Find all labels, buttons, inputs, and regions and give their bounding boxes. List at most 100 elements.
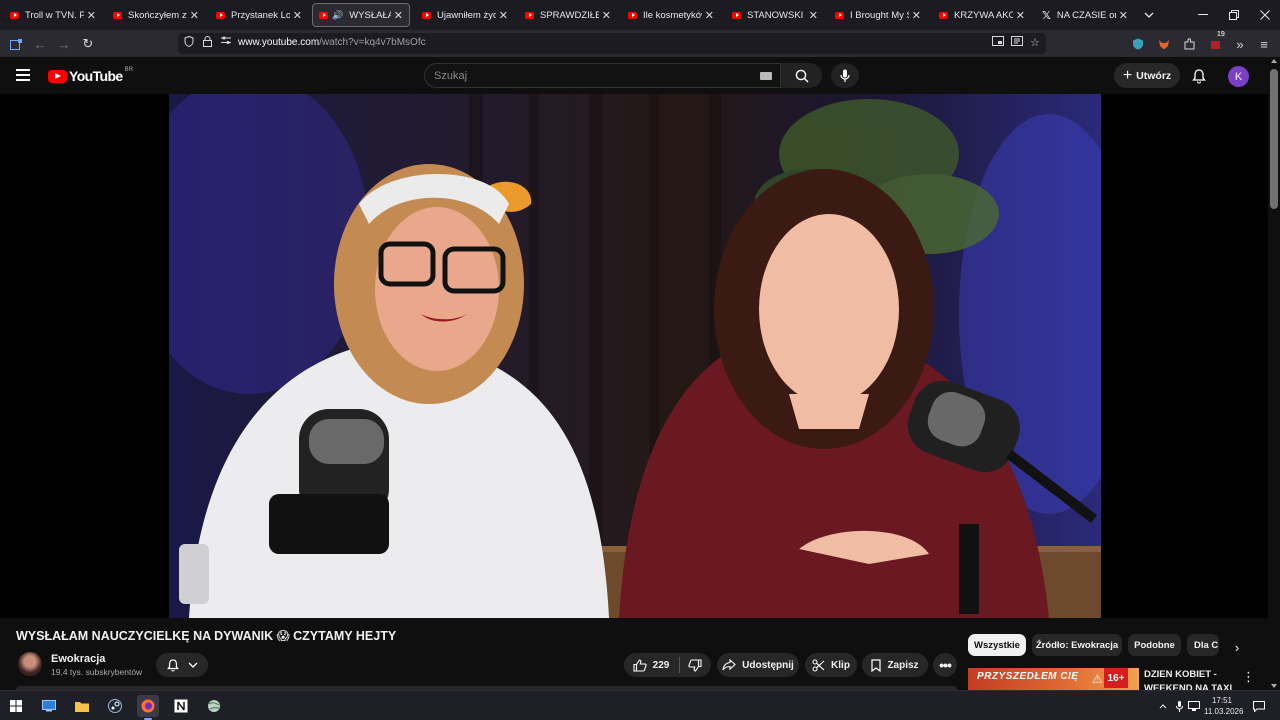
extension-with-badge-icon[interactable]: 19 <box>1206 31 1226 54</box>
suggestion-more-vertical-icon[interactable]: ⋮ <box>1242 669 1255 685</box>
file-explorer-icon[interactable] <box>71 695 93 717</box>
save-button[interactable]: Zapisz <box>862 653 928 677</box>
address-bar[interactable]: www.youtube.com/watch?v=kq4v7bMsOfc ☆ <box>178 33 1046 54</box>
close-tab-icon[interactable]: ✕ <box>394 9 403 22</box>
app-globe-icon[interactable] <box>203 695 225 717</box>
notifications-bell-icon[interactable] <box>1188 65 1210 87</box>
close-window-icon[interactable] <box>1250 0 1280 30</box>
browser-tab[interactable]: Skończyłem związ ✕ <box>107 3 205 27</box>
firefox-icon[interactable] <box>137 695 159 720</box>
close-tab-icon[interactable]: ✕ <box>190 9 199 22</box>
browser-tab[interactable]: Ile kosmetyków w ✕ <box>622 3 720 27</box>
voice-search-button[interactable] <box>831 63 859 88</box>
browser-tab-strip: Troll w TVN. Poczw ✕ Skończyłem związ ✕ … <box>0 0 1280 30</box>
page-permissions-icon[interactable] <box>221 36 231 48</box>
close-tab-icon[interactable]: ✕ <box>499 9 508 22</box>
close-tab-icon[interactable]: ✕ <box>705 9 714 22</box>
video-player[interactable] <box>0 94 1268 618</box>
close-tab-icon[interactable]: ✕ <box>809 9 818 22</box>
scroll-up-arrow-icon[interactable] <box>1271 59 1277 63</box>
task-view-icon[interactable] <box>38 695 60 717</box>
close-tab-icon[interactable]: ✕ <box>1016 9 1025 22</box>
tray-network-icon[interactable] <box>1183 695 1205 717</box>
reload-icon[interactable]: ↻ <box>78 34 98 54</box>
share-label: Udostępnij <box>742 659 794 671</box>
chip-all[interactable]: Wszystkie <box>968 634 1026 656</box>
x-favicon-icon: 𝕏 <box>1042 9 1051 22</box>
fox-extension-icon[interactable] <box>1154 34 1174 54</box>
close-tab-icon[interactable]: ✕ <box>602 9 611 22</box>
list-all-tabs-chevron-icon[interactable] <box>1134 0 1164 30</box>
youtube-logo[interactable]: YouTube BR <box>48 67 133 84</box>
browser-tab[interactable]: Przystanek Lomba ✕ <box>210 3 308 27</box>
back-arrow-icon[interactable]: ← <box>30 34 50 54</box>
sidebar-toggle-icon[interactable] <box>6 34 26 54</box>
like-button[interactable]: 229 <box>633 658 669 672</box>
more-tools-chevron-icon[interactable]: » <box>1230 34 1250 54</box>
page-scrollbar[interactable] <box>1268 57 1280 690</box>
browser-tab[interactable]: SPRAWDZIŁEM CZ ✕ <box>519 3 617 27</box>
speaker-icon[interactable]: 🔊 <box>332 10 343 21</box>
picture-in-picture-icon[interactable] <box>992 36 1004 49</box>
share-button[interactable]: Udostępnij <box>717 653 799 677</box>
plus-icon: + <box>1122 66 1133 84</box>
browser-tab[interactable]: KRZYWA AKCJA # ✕ <box>933 3 1031 27</box>
video-frame[interactable] <box>169 94 1101 618</box>
tab-title: I Brought My Secr <box>850 9 909 21</box>
browser-tab[interactable]: Ujawniłem żydows ✕ <box>416 3 514 27</box>
browser-tab[interactable]: 𝕏 NA CZASIE on X: ' ✕ <box>1036 3 1134 27</box>
warning-triangle-icon: ⚠ <box>1092 672 1103 686</box>
suggested-video-thumbnail[interactable]: PRZYSZEDŁEM CIĘ ⚠ 16+ <box>968 668 1139 690</box>
search-input[interactable]: Szukaj <box>424 63 781 88</box>
bookmark-star-icon[interactable]: ☆ <box>1030 36 1040 49</box>
guide-menu-icon[interactable] <box>16 69 30 81</box>
taskbar-clock[interactable]: 17:51 11.03.2026 <box>1204 695 1243 717</box>
browser-tab[interactable]: Troll w TVN. Poczw ✕ <box>4 3 102 27</box>
chip-related[interactable]: Podobne <box>1128 634 1181 656</box>
url-text[interactable]: www.youtube.com/watch?v=kq4v7bMsOfc <box>238 37 426 48</box>
notification-preferences-button[interactable] <box>156 653 208 677</box>
forward-arrow-icon[interactable]: → <box>54 34 74 54</box>
app-menu-hamburger-icon[interactable]: ≡ <box>1254 34 1274 54</box>
reader-view-icon[interactable] <box>1011 36 1023 49</box>
minimize-window-icon[interactable] <box>1188 0 1218 30</box>
vpn-extension-icon[interactable] <box>1128 34 1148 54</box>
bell-icon <box>166 658 179 671</box>
thumbnail-caption: PRZYSZEDŁEM CIĘ <box>977 671 1079 682</box>
create-label: Utwórz <box>1136 69 1172 82</box>
create-button[interactable]: + Utwórz <box>1114 63 1180 88</box>
chips-next-chevron-icon[interactable]: › <box>1228 638 1246 656</box>
notifications-center-icon[interactable] <box>1248 695 1270 717</box>
clip-button[interactable]: Klip <box>805 653 857 677</box>
dislike-button[interactable] <box>688 658 702 672</box>
scrollbar-thumb[interactable] <box>1270 69 1278 209</box>
close-tab-icon[interactable]: ✕ <box>293 9 302 22</box>
close-tab-icon[interactable]: ✕ <box>87 9 96 22</box>
windows-start-icon[interactable] <box>5 695 27 717</box>
browser-tab-active[interactable]: 🔊 WYSŁAŁAM N ✕ <box>312 3 410 27</box>
browser-tab[interactable]: I Brought My Secr ✕ <box>829 3 927 27</box>
clip-label: Klip <box>831 659 850 671</box>
more-actions-ellipsis-icon[interactable]: ••• <box>933 653 957 677</box>
lock-icon[interactable] <box>203 36 212 50</box>
steam-icon[interactable] <box>104 695 126 717</box>
notion-icon[interactable] <box>170 695 192 717</box>
search-button[interactable] <box>781 63 822 88</box>
keyboard-icon[interactable] <box>760 72 772 80</box>
account-avatar[interactable]: K <box>1228 66 1249 87</box>
channel-name[interactable]: Ewokracja <box>51 653 105 665</box>
close-tab-icon[interactable]: ✕ <box>912 9 921 22</box>
scroll-down-arrow-icon[interactable] <box>1271 684 1277 688</box>
tracking-protection-shield-icon[interactable] <box>184 35 194 50</box>
extensions-puzzle-icon[interactable] <box>1180 34 1200 54</box>
browser-tab[interactable]: STANOWSKI UJAW ✕ <box>726 3 824 27</box>
youtube-favicon-icon <box>525 11 534 19</box>
close-tab-icon[interactable]: ✕ <box>1119 9 1128 22</box>
youtube-favicon-icon <box>939 11 948 19</box>
channel-avatar[interactable] <box>18 652 42 676</box>
search-placeholder: Szukaj <box>434 70 468 82</box>
restore-window-icon[interactable] <box>1219 0 1249 30</box>
windows-taskbar: 17:51 11.03.2026 <box>0 690 1280 720</box>
chip-for-you[interactable]: Dla C <box>1187 634 1219 656</box>
chip-from-channel[interactable]: Źródło: Ewokracja <box>1032 634 1122 656</box>
